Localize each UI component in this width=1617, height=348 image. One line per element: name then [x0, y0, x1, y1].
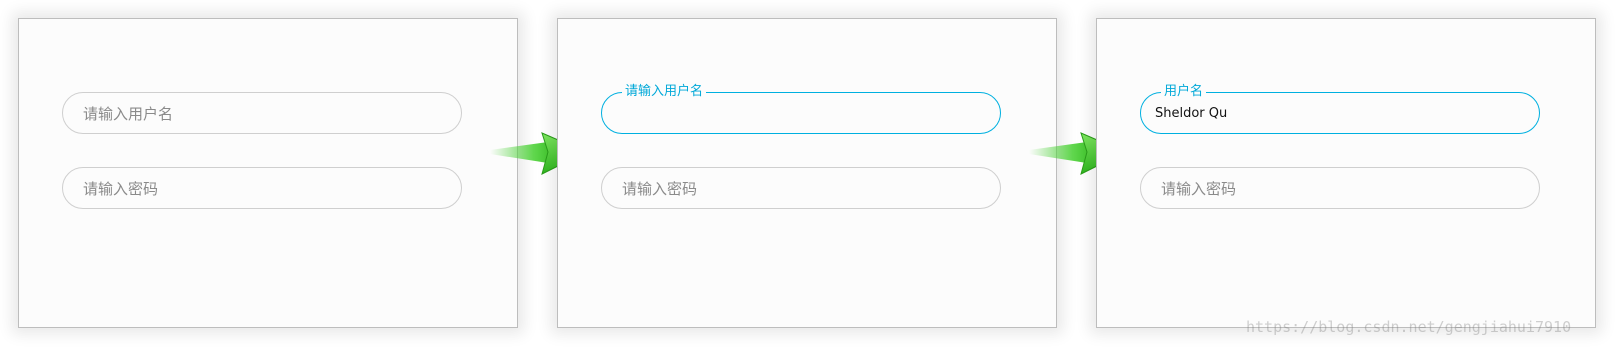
username-floating-label: 用户名 [1161, 83, 1207, 101]
screenshot-stage: 请输入用户名 请输入密码 请输入用户名 请输入密码 用户名 Sheldor Qu… [0, 0, 1617, 348]
password-input[interactable]: 请输入密码 [62, 167, 462, 209]
login-panel-filled: 用户名 Sheldor Qu 请输入密码 [1096, 18, 1596, 328]
username-input[interactable]: 请输入用户名 [601, 83, 1001, 134]
password-input[interactable]: 请输入密码 [601, 167, 1001, 209]
login-panel-focused: 请输入用户名 请输入密码 [557, 18, 1057, 328]
password-placeholder: 请输入密码 [622, 180, 698, 198]
username-placeholder: 请输入用户名 [83, 105, 174, 123]
username-input[interactable]: 请输入用户名 [62, 92, 462, 134]
watermark-url: https://blog.csdn.net/gengjiahui7910 [1246, 318, 1572, 336]
password-placeholder: 请输入密码 [1161, 180, 1237, 198]
username-value: Sheldor Qu [1155, 106, 1228, 121]
password-placeholder: 请输入密码 [83, 180, 159, 198]
password-input[interactable]: 请输入密码 [1140, 167, 1540, 209]
username-floating-label: 请输入用户名 [622, 83, 707, 101]
username-input[interactable]: 用户名 Sheldor Qu [1140, 83, 1540, 134]
login-panel-default: 请输入用户名 请输入密码 [18, 18, 518, 328]
